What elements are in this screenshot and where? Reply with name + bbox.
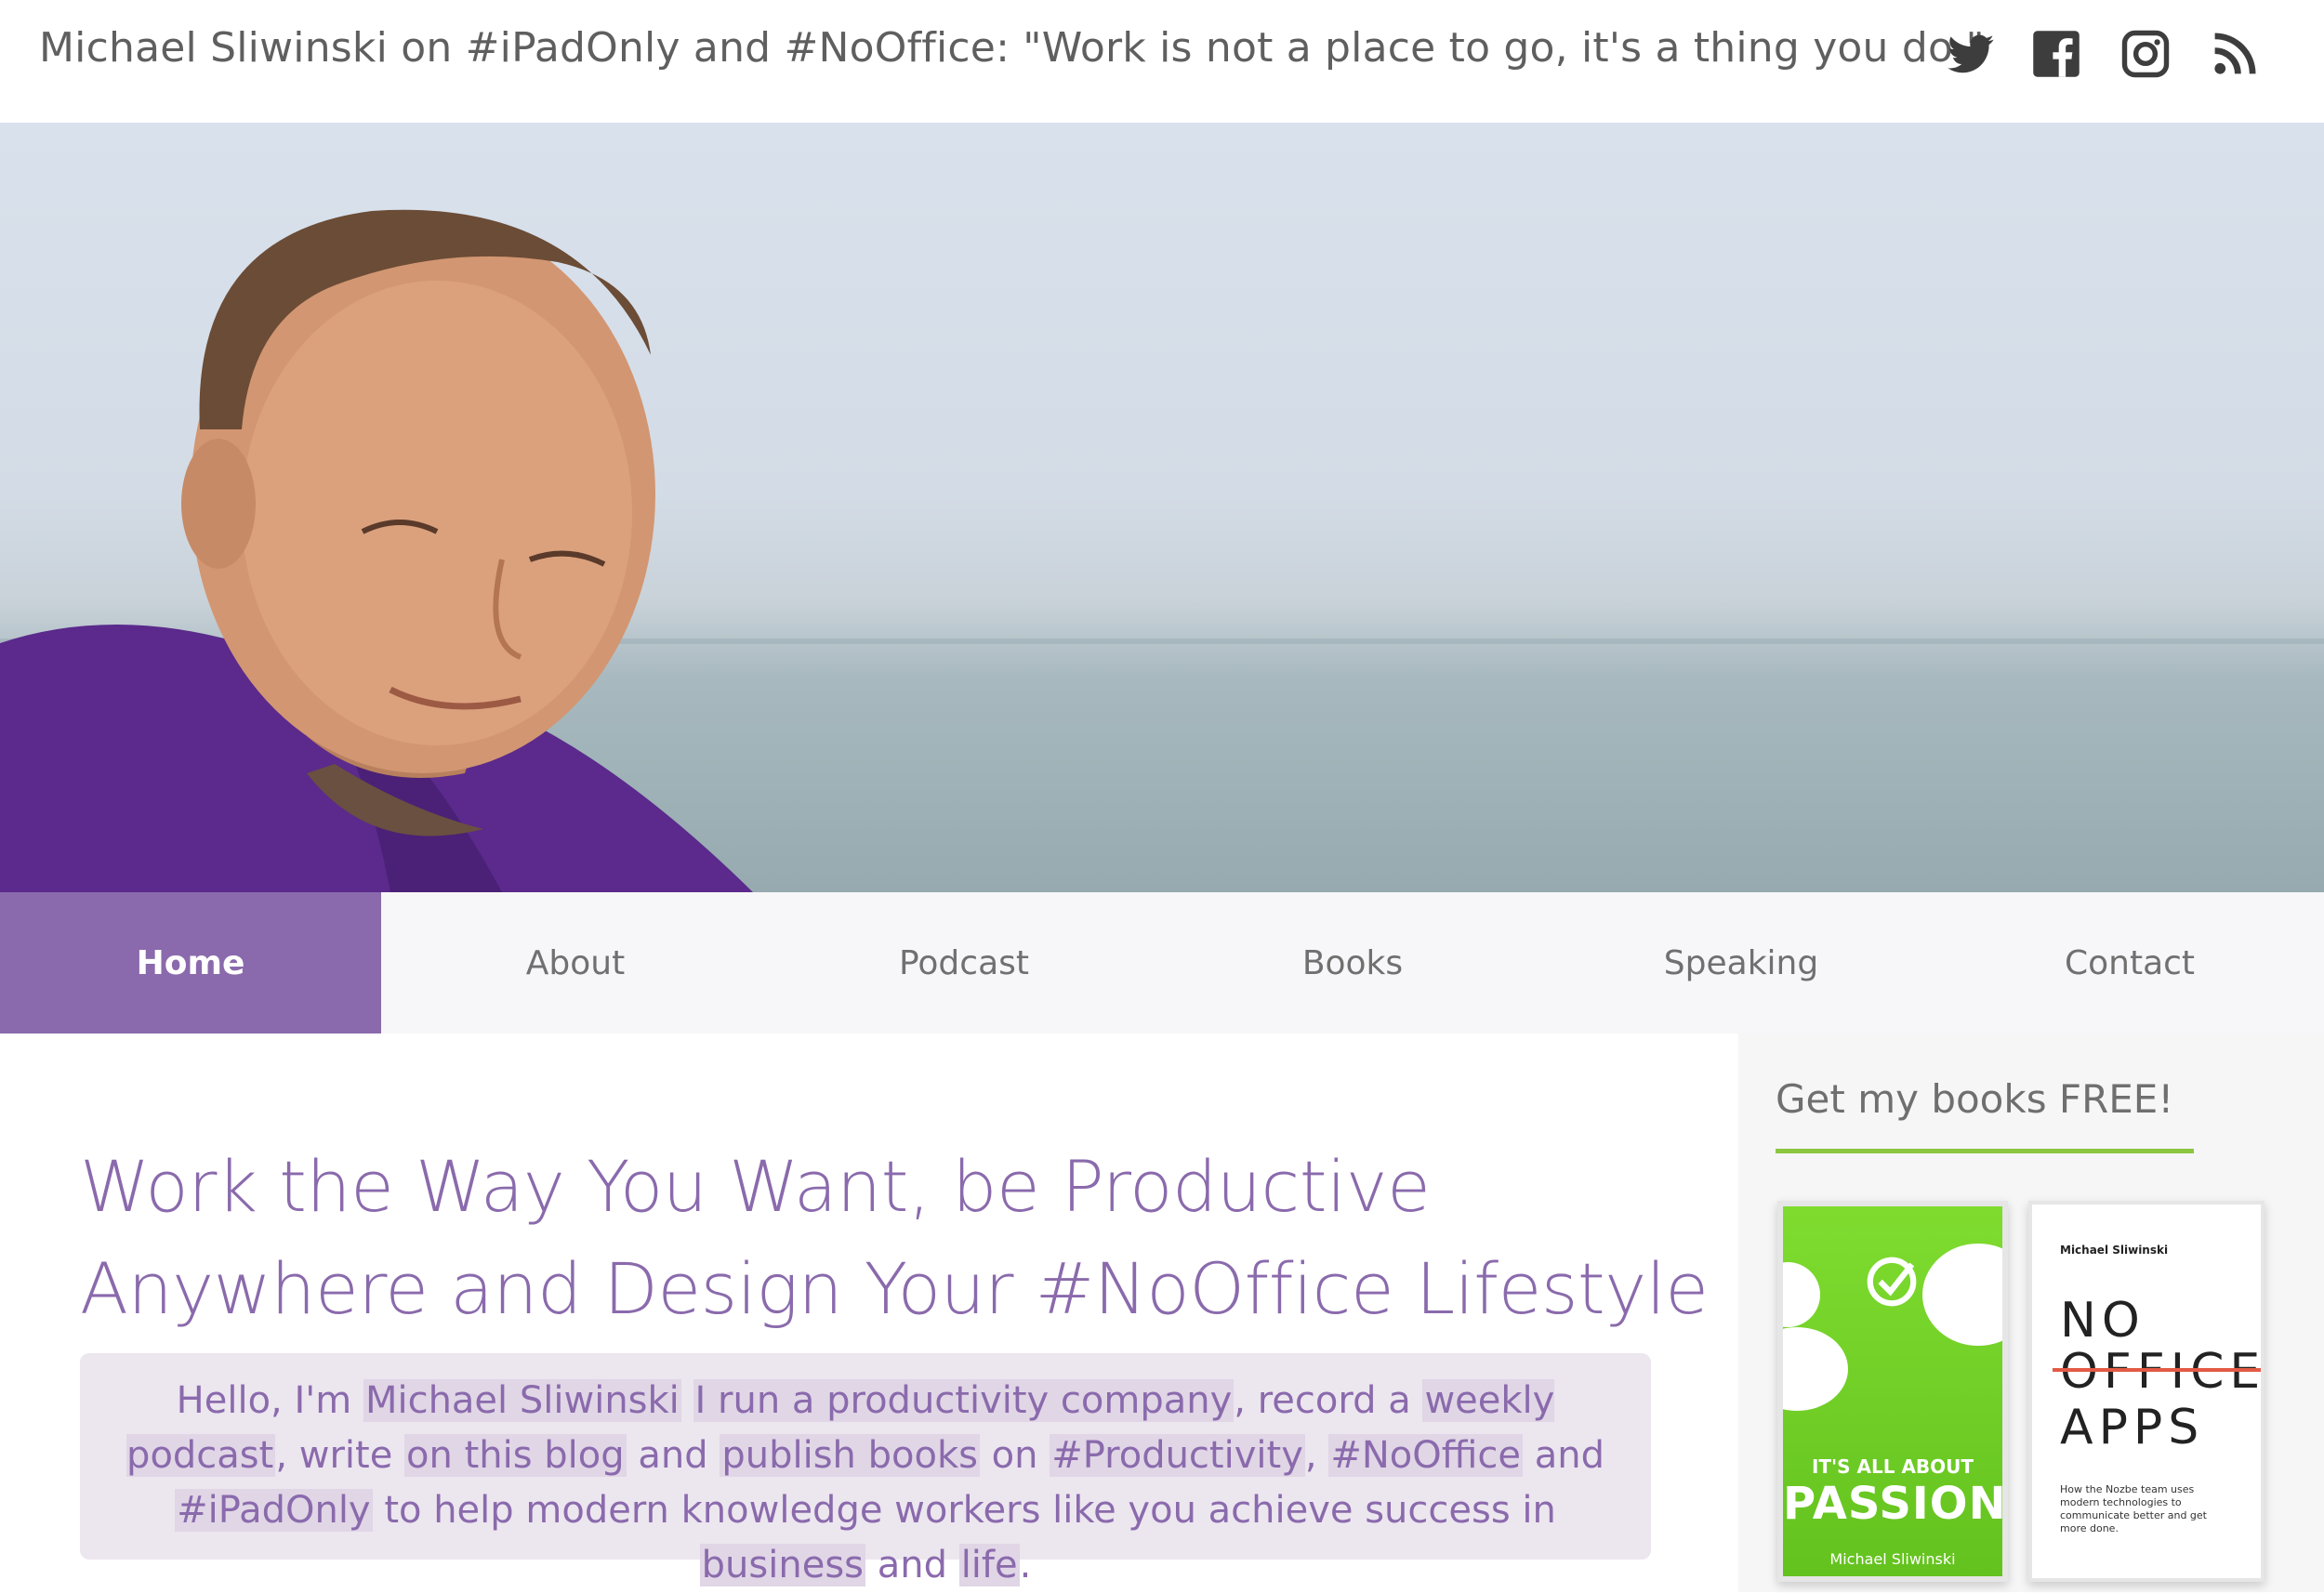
link-ipadonly[interactable]: #iPadOnly	[175, 1489, 373, 1532]
link-nooffice[interactable]: #NoOffice	[1328, 1434, 1523, 1477]
book2-word-apps: APPS	[2060, 1400, 2205, 1455]
intro-text: Hello, I'm	[176, 1379, 363, 1422]
headline-line-2: Anywhere and Design Your #NoOffice Lifes…	[80, 1247, 1709, 1330]
portrait-photo	[0, 209, 753, 892]
link-life[interactable]: life	[958, 1544, 1020, 1586]
nav-books[interactable]: Books	[1158, 892, 1547, 1033]
intro-text: and	[626, 1434, 720, 1477]
link-blog[interactable]: on this blog	[404, 1434, 627, 1477]
sidebar: Get my books FREE! IT'S ALL ABOUT PASSIO…	[1738, 1033, 2324, 1592]
book-cover-nooffice-apps[interactable]: Michael Sliwinski NO OFFICE APPS How the…	[2028, 1201, 2265, 1582]
instagram-icon[interactable]	[2118, 26, 2173, 82]
book1-subtitle: IT'S ALL ABOUT	[1811, 1455, 1974, 1478]
book2-word-office: OFFICE	[2060, 1344, 2265, 1400]
facebook-icon[interactable]	[2028, 26, 2084, 82]
top-bar: Michael Sliwinski on #iPadOnly and #NoOf…	[0, 0, 2324, 123]
sidebar-divider	[1776, 1149, 2194, 1153]
intro-text: , write	[275, 1434, 405, 1477]
link-books[interactable]: publish books	[720, 1434, 980, 1477]
link-business[interactable]: business	[699, 1544, 865, 1586]
nav-speaking[interactable]: Speaking	[1547, 892, 1935, 1033]
intro-text: .	[1019, 1544, 1032, 1586]
book2-blurb: How the Nozbe team uses modern technolog…	[2060, 1483, 2207, 1534]
nav-contact[interactable]: Contact	[1935, 892, 2324, 1033]
intro-text: to help modern knowledge workers like yo…	[372, 1489, 1556, 1532]
page-headline: Work the Way You Want, be Productive Any…	[80, 1136, 1716, 1340]
checkmark-icon	[1867, 1257, 1917, 1307]
rss-icon[interactable]	[2207, 26, 2263, 82]
strikethrough-line	[2053, 1368, 2261, 1372]
nav-about[interactable]: About	[381, 892, 770, 1033]
cloud-shape	[1783, 1327, 1848, 1411]
intro-text: ,	[1304, 1434, 1329, 1477]
book1-title: PASSION	[1783, 1478, 2007, 1530]
link-name[interactable]: Michael Sliwinski	[363, 1379, 681, 1422]
link-productivity[interactable]: #Productivity	[1050, 1434, 1305, 1477]
intro-text: on	[979, 1434, 1050, 1477]
main-nav: Home About Podcast Books Speaking Contac…	[0, 892, 2324, 1033]
cloud-shape	[1922, 1244, 2002, 1346]
nav-podcast[interactable]: Podcast	[770, 892, 1158, 1033]
link-company[interactable]: I run a productivity company	[693, 1379, 1235, 1422]
cloud-shape	[1783, 1262, 1820, 1327]
headline-line-1: Work the Way You Want, be Productive	[80, 1145, 1431, 1228]
intro-text: and	[865, 1544, 959, 1586]
sidebar-title: Get my books FREE!	[1776, 1076, 2174, 1122]
intro-box: Hello, I'm Michael Sliwinski I run a pro…	[80, 1353, 1651, 1586]
intro-text	[681, 1379, 693, 1422]
main-content: Work the Way You Want, be Productive Any…	[0, 1033, 1738, 1592]
nav-home[interactable]: Home	[0, 892, 381, 1033]
site-tagline[interactable]: Michael Sliwinski on #iPadOnly and #NoOf…	[39, 24, 1985, 72]
twitter-icon[interactable]	[1943, 26, 1999, 82]
book2-author: Michael Sliwinski	[2060, 1244, 2169, 1257]
book2-word-no: NO	[2060, 1293, 2146, 1349]
hero-banner	[0, 123, 2324, 892]
intro-text: , record a	[1234, 1379, 1423, 1422]
book-cover-passion[interactable]: IT'S ALL ABOUT PASSION Michael Sliwinski	[1777, 1201, 2008, 1582]
book1-author: Michael Sliwinski	[1829, 1550, 1956, 1568]
intro-text: and	[1522, 1434, 1604, 1477]
